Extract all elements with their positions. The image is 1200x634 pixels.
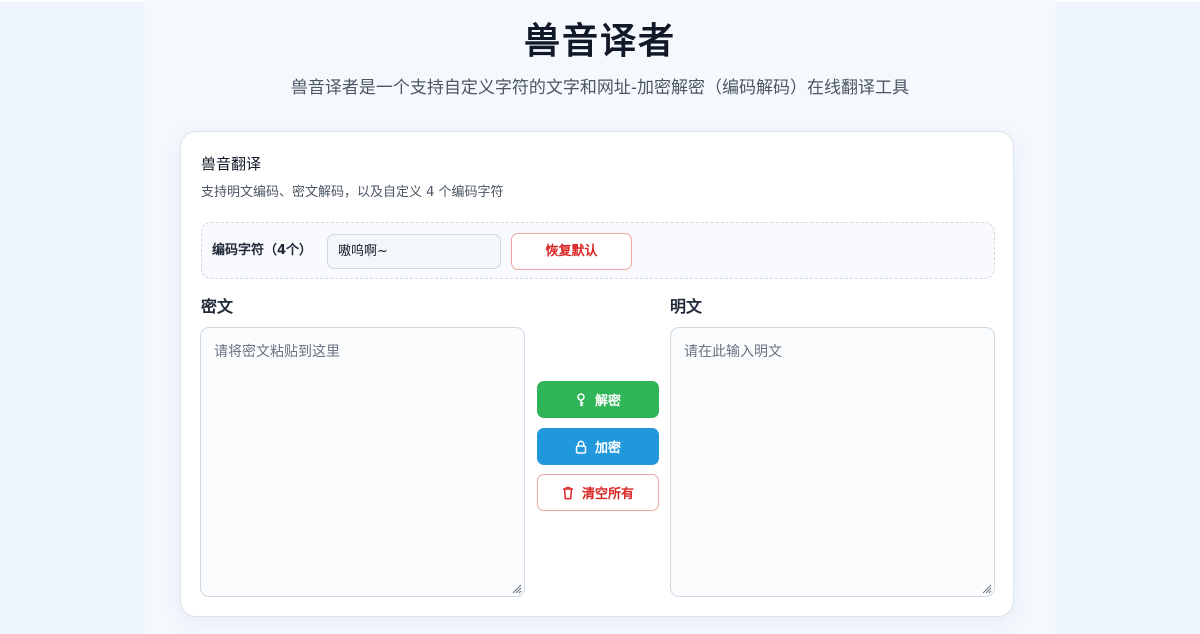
lock-icon (575, 440, 587, 454)
reset-default-button[interactable]: 恢复默认 (511, 233, 632, 270)
plain-textarea[interactable]: 请在此输入明文 (670, 327, 995, 597)
top-strip-right (1055, 0, 1200, 2)
page-header: 兽音译者 兽音译者是一个支持自定义字符的文字和网址-加密解密（编码解码）在线翻译… (145, 18, 1055, 100)
clear-all-button[interactable]: 清空所有 (537, 474, 659, 511)
decrypt-button[interactable]: 解密 (537, 381, 659, 418)
cipher-textarea[interactable]: 请将密文粘贴到这里 (200, 327, 525, 597)
cipher-placeholder: 请将密文粘贴到这里 (214, 344, 340, 360)
plain-label: 明文 (670, 297, 703, 316)
page-title: 兽音译者 (523, 21, 676, 62)
card-title: 兽音翻译 (201, 155, 262, 173)
resize-handle-icon[interactable] (510, 582, 522, 594)
resize-handle-icon[interactable] (980, 582, 992, 594)
decrypt-label: 解密 (594, 394, 621, 409)
page-container: 兽音译者 兽音译者是一个支持自定义字符的文字和网址-加密解密（编码解码）在线翻译… (145, 0, 1055, 634)
cipher-label: 密文 (201, 297, 234, 316)
clear-all-label: 清空所有 (581, 487, 634, 502)
top-strip-left (0, 0, 145, 2)
page-subtitle: 兽音译者是一个支持自定义字符的文字和网址-加密解密（编码解码）在线翻译工具 (290, 78, 910, 98)
plain-placeholder: 请在此输入明文 (684, 344, 782, 360)
trash-icon (562, 486, 573, 499)
card-description: 支持明文编码、密文解码，以及自定义 4 个编码字符 (201, 185, 504, 200)
encrypt-label: 加密 (594, 441, 621, 456)
encrypt-button[interactable]: 加密 (537, 428, 659, 465)
key-icon (577, 392, 585, 406)
translator-card: 兽音翻译 支持明文编码、密文解码，以及自定义 4 个编码字符 编码字符（4个） … (180, 131, 1014, 617)
encoding-label: 编码字符（4个） (212, 243, 313, 258)
encoding-settings: 编码字符（4个） 嗷呜啊~ 恢复默认 (201, 222, 995, 279)
encoding-input[interactable]: 嗷呜啊~ (327, 234, 501, 269)
